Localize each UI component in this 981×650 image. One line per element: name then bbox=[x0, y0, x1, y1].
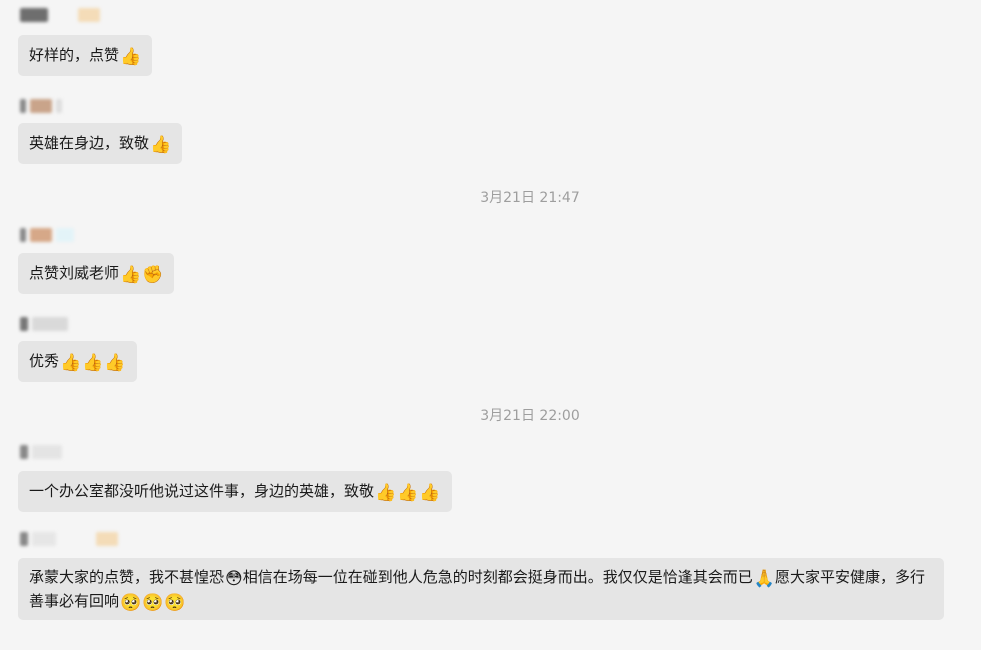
message-bubble[interactable]: 一个办公室都没听他说过这件事，身边的英雄，致敬👍👍👍 bbox=[18, 471, 452, 512]
timestamp: 3月21日 21:47 bbox=[480, 190, 580, 206]
thumbs-up-icon: 👍 bbox=[60, 353, 82, 373]
thumbs-up-icon: 👍 bbox=[397, 483, 419, 503]
sender-name-obscured bbox=[20, 7, 100, 23]
message-bubble[interactable]: 英雄在身边，致敬👍 bbox=[18, 123, 183, 164]
obscured-name bbox=[20, 99, 26, 113]
thumbs-up-icon: 👍 bbox=[120, 47, 142, 67]
thumbs-up-icon: 👍 bbox=[150, 135, 172, 155]
folded-hands-icon: 🙏 bbox=[753, 569, 775, 589]
flushed-face-icon: 😳 bbox=[225, 569, 243, 589]
obscured-name bbox=[32, 317, 68, 331]
sender-name-obscured bbox=[20, 444, 62, 460]
obscured-name bbox=[56, 228, 74, 242]
fist-icon: ✊ bbox=[142, 265, 164, 285]
thumbs-up-icon: 👍 bbox=[82, 353, 104, 373]
obscured-name bbox=[30, 99, 52, 113]
message-bubble[interactable]: 点赞刘威老师👍✊ bbox=[18, 253, 175, 294]
sender-name-obscured bbox=[20, 98, 62, 114]
sender-name-obscured bbox=[20, 316, 68, 332]
timestamp: 3月21日 22:00 bbox=[480, 408, 580, 424]
pleading-face-icon: 🥺 bbox=[120, 593, 142, 613]
message-text: 英雄在身边，致敬 bbox=[29, 134, 150, 152]
obscured-name bbox=[20, 445, 28, 459]
pleading-face-icon: 🥺 bbox=[142, 593, 164, 613]
thumbs-up-icon: 👍 bbox=[104, 353, 126, 373]
pleading-face-icon: 🥺 bbox=[164, 593, 186, 613]
obscured-name bbox=[78, 8, 100, 22]
obscured-name bbox=[20, 317, 28, 331]
thumbs-up-icon: 👍 bbox=[120, 265, 142, 285]
message-bubble[interactable]: 承蒙大家的点赞，我不甚惶恐😳相信在场每一位在碰到他人危急的时刻都会挺身而出。我仅… bbox=[18, 558, 944, 620]
message-text: 点赞刘威老师 bbox=[29, 264, 120, 282]
obscured-name bbox=[56, 99, 62, 113]
sender-name-obscured bbox=[20, 227, 74, 243]
message-text: 一个办公室都没听他说过这件事，身边的英雄，致敬 bbox=[29, 482, 375, 500]
message-text: 优秀 bbox=[29, 352, 60, 370]
message-text: 承蒙大家的点赞，我不甚惶恐 bbox=[29, 568, 225, 586]
message-text: 相信在场每一位在碰到他人危急的时刻都会挺身而出。我仅仅是恰逢其会而已 bbox=[242, 568, 753, 586]
message-bubble[interactable]: 好样的，点赞👍 bbox=[18, 35, 153, 76]
obscured-name bbox=[30, 228, 52, 242]
obscured-name bbox=[32, 445, 62, 459]
thumbs-up-icon: 👍 bbox=[419, 483, 441, 503]
obscured-name bbox=[20, 532, 28, 546]
thumbs-up-icon: 👍 bbox=[375, 483, 397, 503]
message-text: 好样的，点赞 bbox=[29, 46, 120, 64]
sender-name-obscured bbox=[20, 531, 118, 547]
obscured-name bbox=[32, 532, 56, 546]
obscured-avatar bbox=[20, 8, 48, 22]
obscured-name bbox=[96, 532, 118, 546]
message-bubble[interactable]: 优秀👍👍👍 bbox=[18, 341, 137, 382]
obscured-name bbox=[20, 228, 26, 242]
